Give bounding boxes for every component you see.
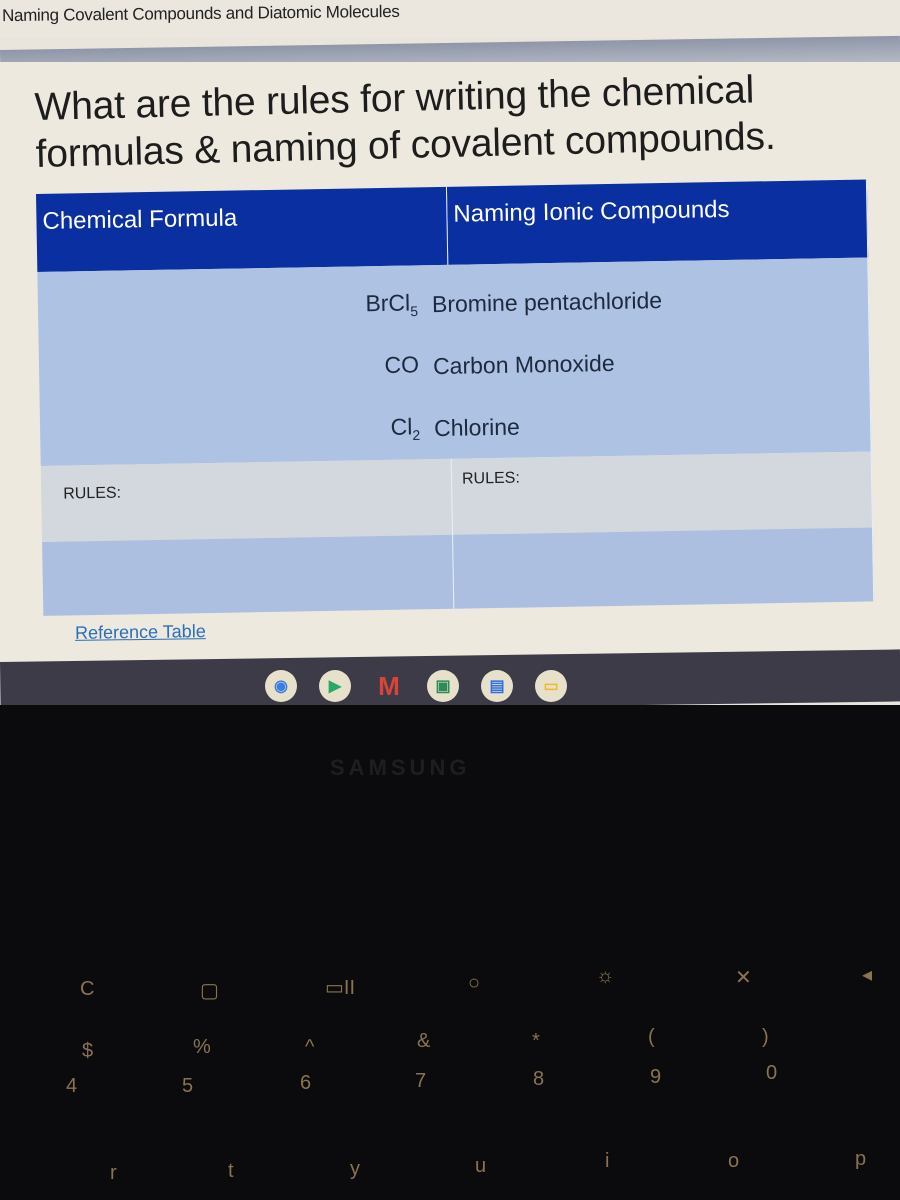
key-brightness-up[interactable]: ☼ [596, 965, 614, 988]
key-ampersand[interactable]: & [417, 1030, 430, 1053]
chrome-icon[interactable]: ◉ [265, 670, 297, 702]
key-6[interactable]: 6 [300, 1072, 311, 1095]
table-header-row: Chemical Formula Naming Ionic Compounds [36, 179, 868, 272]
gmail-icon[interactable]: M [373, 670, 405, 702]
key-t[interactable]: t [228, 1160, 234, 1183]
rules-left-label: RULES: [63, 484, 122, 503]
examples-row[interactable]: BrCl5 Bromine pentachloride CO Carbon Mo… [37, 257, 872, 466]
key-0[interactable]: 0 [766, 1062, 777, 1085]
play-store-icon[interactable]: ▶ [319, 670, 351, 702]
rules-table: Chemical Formula Naming Ionic Compounds … [36, 179, 874, 616]
key-percent[interactable]: % [193, 1036, 211, 1059]
compound-name: Chlorine [433, 413, 521, 441]
formula: Cl2 [390, 413, 421, 444]
rules-left-cell[interactable]: RULES: [40, 458, 453, 542]
brand-logo: SAMSUNG [330, 755, 471, 780]
key-p[interactable]: p [855, 1148, 866, 1171]
key-4[interactable]: 4 [66, 1075, 77, 1098]
document-title: Naming Covalent Compounds and Diatomic M… [1, 1, 400, 26]
laptop-screen: Naming Covalent Compounds and Diatomic M… [0, 0, 900, 714]
key-u[interactable]: u [475, 1155, 486, 1178]
header-label: Chemical Formula [42, 204, 238, 235]
answer-row[interactable] [42, 527, 874, 616]
key-paren-close[interactable]: ) [762, 1026, 769, 1049]
key-dollar[interactable]: $ [82, 1040, 93, 1063]
document-page: What are the rules for writing the chemi… [0, 62, 900, 662]
slides-icon[interactable]: ▭ [535, 670, 567, 702]
key-9[interactable]: 9 [650, 1066, 661, 1089]
key-5[interactable]: 5 [182, 1075, 193, 1098]
compound-name: Carbon Monoxide [432, 349, 615, 379]
examples-cell[interactable]: BrCl5 Bromine pentachloride CO Carbon Mo… [37, 257, 872, 466]
rules-row[interactable]: RULES: RULES: [40, 451, 873, 542]
key-paren-open[interactable]: ( [648, 1026, 655, 1049]
doc-topbar: Naming Covalent Compounds and Diatomic M… [0, 0, 900, 38]
formula: CO [384, 351, 420, 379]
key-asterisk[interactable]: * [532, 1030, 540, 1053]
header-chemical-formula: Chemical Formula [36, 186, 448, 272]
header-label: Naming Ionic Compounds [453, 195, 730, 228]
header-naming: Naming Ionic Compounds [446, 179, 868, 265]
key-volume-down[interactable]: ◂ [862, 962, 872, 987]
reference-table-link[interactable]: Reference Table [75, 621, 206, 644]
shelf-apps: ◉ ▶ M ▣ ▤ ▭ [265, 670, 567, 702]
rules-right-cell[interactable]: RULES: [451, 451, 873, 535]
key-overview[interactable]: ▭II [325, 975, 355, 1000]
key-r[interactable]: r [110, 1162, 117, 1185]
answer-left-cell[interactable] [42, 534, 454, 616]
key-o[interactable]: o [728, 1150, 739, 1173]
key-mute[interactable]: ✕ [735, 965, 752, 990]
formula: BrCl5 [365, 289, 419, 320]
compound-name: Bromine pentachloride [431, 286, 663, 317]
key-fullscreen[interactable]: ▢ [200, 978, 219, 1003]
classroom-icon[interactable]: ▣ [427, 670, 459, 702]
key-y[interactable]: y [350, 1158, 360, 1181]
key-7[interactable]: 7 [415, 1070, 426, 1093]
page-heading: What are the rules for writing the chemi… [34, 68, 776, 176]
key-caret[interactable]: ^ [305, 1036, 314, 1059]
docs-icon[interactable]: ▤ [481, 670, 513, 702]
key-i[interactable]: i [605, 1150, 609, 1173]
key-refresh[interactable]: C [80, 978, 94, 1001]
key-brightness-down[interactable]: ○ [468, 972, 480, 995]
key-8[interactable]: 8 [533, 1068, 544, 1091]
answer-right-cell[interactable] [452, 527, 874, 609]
